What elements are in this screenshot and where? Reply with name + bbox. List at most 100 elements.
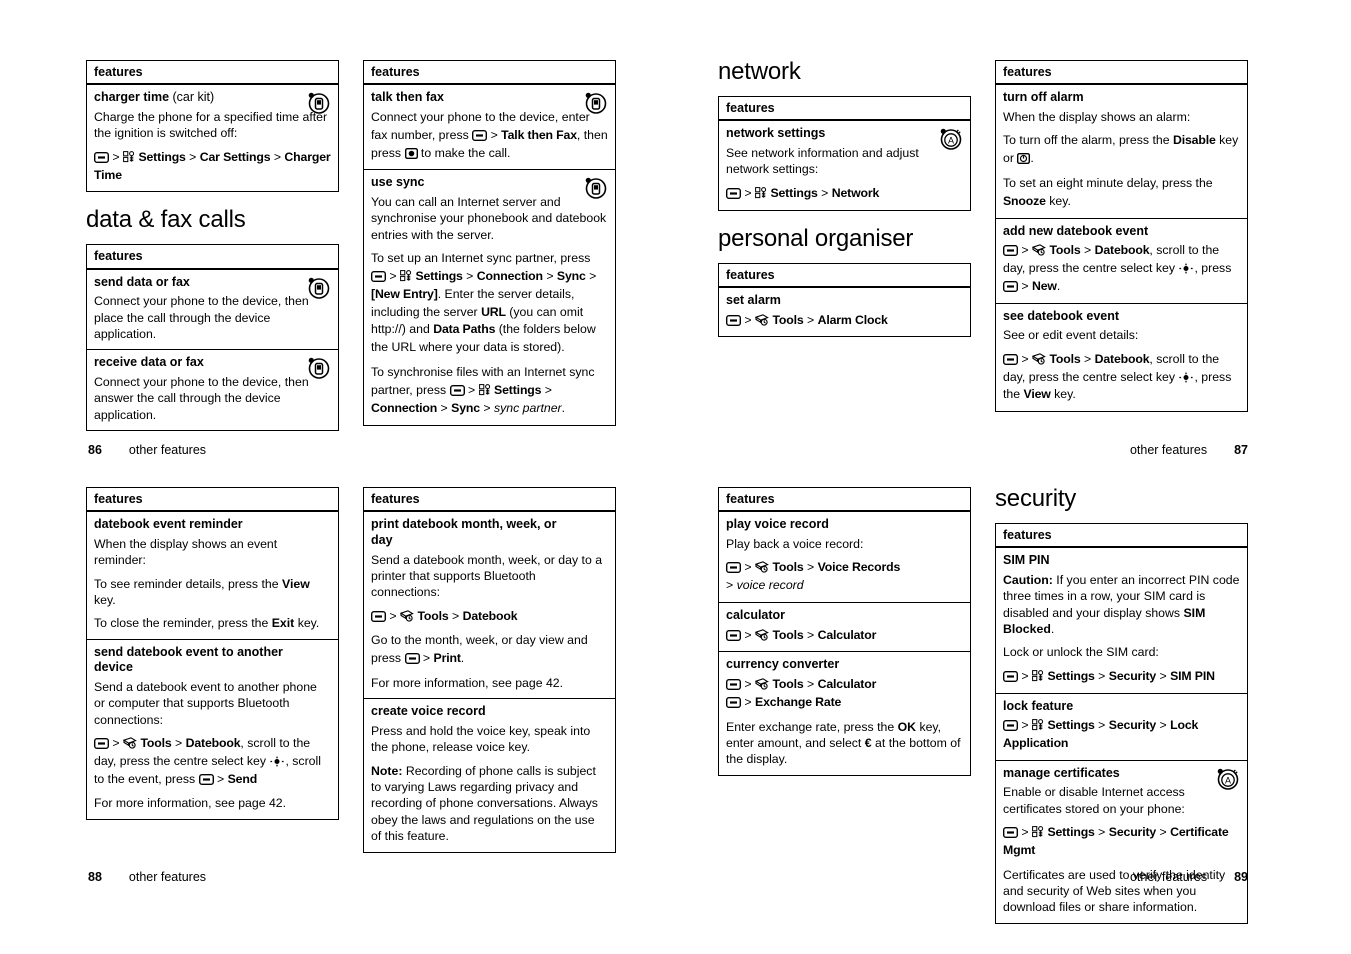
menu-key-icon [726,314,741,326]
device-circle-icon [306,275,331,300]
feature-body-text: Play back a voice record: [726,537,864,551]
feature-body-note: Note: Recording of phone calls is subjec… [371,763,598,844]
table-header: features [87,488,338,513]
feature-row-currency-converter: currency converter > Tools > Calculator … [719,652,970,774]
feature-row-send-datebook-event: send datebook event to another device Se… [87,640,338,819]
page-87-column-1: network features A network settings See … [718,60,971,412]
svg-text:A: A [1225,775,1231,785]
centre-select-key-icon [269,756,285,767]
feature-body-text: Connect your phone to the device, then a… [94,375,309,422]
feature-title: use sync [371,175,425,190]
tools-icon [755,678,769,690]
device-circle-icon [306,355,331,380]
menu-key-icon [198,773,214,785]
feature-title: lock feature [1003,698,1074,713]
menu-key-icon [1003,670,1018,682]
menu-key-icon [1003,280,1018,292]
feature-table-print-voice: features print datebook month, week, or … [363,487,616,853]
feature-title: manage certificates [1003,765,1120,780]
table-header: features [719,264,970,288]
feature-table-datebook-reminder: features datebook event reminder When th… [86,487,339,820]
settings-gear-icon [1032,719,1044,731]
feature-body-text: When the display shows an event reminder… [94,537,278,568]
tools-icon [123,737,137,749]
feature-row-set-alarm: set alarm > Tools > Alarm Clock [719,288,970,336]
menu-key-icon [404,653,420,665]
feature-nav-path: > Tools > Datebook, scroll to the day, p… [94,736,321,786]
page-footer-88: 88 other features [88,871,206,884]
menu-key-icon [94,738,109,749]
page-88-column-2: features print datebook month, week, or … [363,487,616,853]
settings-gear-icon [1032,826,1044,838]
feature-row-turn-off-alarm: turn off alarm When the display shows an… [996,85,1247,219]
feature-body-text: Press and hold the voice key, speak into… [371,724,591,755]
feature-body-print: Go to the month, week, or day view and p… [371,633,588,666]
table-header: features [996,524,1247,549]
menu-key-icon [472,129,488,141]
tools-icon [1032,244,1046,256]
feature-title: datebook event reminder [94,517,243,532]
settings-gear-icon [478,384,491,396]
menu-key-icon [1003,827,1018,839]
feature-body-text: Enable or disable Internet access certif… [1003,785,1185,816]
feature-row-use-sync: use sync You can call an Internet server… [364,170,615,424]
feature-title: charger time (car kit) [94,90,215,105]
feature-body-more-info: For more information, see page 42. [371,676,564,691]
tools-icon [755,561,769,573]
page-footer-label: other features [128,443,207,457]
menu-key-icon [726,187,741,199]
tools-icon [400,609,414,622]
feature-nav-path: > Tools > Datebook, scroll to the day, p… [1003,243,1232,293]
settings-gear-icon [400,270,412,282]
page-footer-label: other features [1129,870,1208,884]
page-89-column-2: security features SIM PIN Caution: If yo… [995,487,1248,924]
feature-nav-path: > Tools > Datebook, scroll to the day, p… [1003,351,1232,402]
page-number: 89 [1234,870,1248,884]
page-number: 88 [88,870,102,884]
feature-row-sim-pin: SIM PIN Caution: If you enter an incorre… [996,548,1247,694]
feature-table-security: features SIM PIN Caution: If you enter a… [995,523,1248,924]
settings-gear-icon [123,150,135,163]
feature-row-lock-feature: lock feature > Settings > Security > Loc… [996,694,1247,761]
feature-nav-path: > Tools > Alarm Clock [726,312,963,330]
page-88-column-1: features datebook event reminder When th… [86,487,339,853]
page-88: features datebook event reminder When th… [86,487,616,853]
feature-title: talk then fax [371,90,444,105]
menu-key-icon [1003,245,1018,257]
feature-nav-path-sync-setup: To set up an Internet sync partner, pres… [371,251,597,355]
menu-key-icon [371,610,386,622]
feature-title: send datebook event to another device [94,644,283,675]
settings-gear-icon [755,186,767,199]
device-circle-icon [583,175,608,200]
page-86: features charger time (car kit) Charge t… [86,60,616,432]
menu-key-icon [726,696,741,708]
feature-nav-path: > Settings > Network [726,185,963,203]
svg-text:A: A [948,136,954,146]
page-86-column-2: features talk then fax Connect your phon… [363,60,616,431]
feature-title: see datebook event [1003,308,1120,323]
feature-title: SIM PIN [1003,553,1050,568]
feature-body-text: See network information and adjust netwo… [726,146,919,177]
feature-row-talk-then-fax: talk then fax Connect your phone to the … [364,85,615,171]
feature-table-talk-then-fax: features talk then fax Connect your phon… [363,60,616,426]
centre-select-key-icon [1178,263,1194,274]
page-86-column-1: features charger time (car kit) Charge t… [86,60,339,432]
send-key-icon [404,147,418,159]
feature-body-text: Charge the phone for a specified time af… [94,110,328,141]
section-title-security: security [995,485,1077,512]
page-footer-87: other features 87 [1130,444,1248,457]
feature-title: network settings [726,126,826,141]
feature-nav-path-sync-files: To synchronise files with an Internet sy… [371,365,595,415]
feature-title: calculator [726,608,786,622]
feature-table-personal-organiser: features set alarm > Tools > Alarm Clock [718,262,971,338]
feature-table-charger-time: features charger time (car kit) Charge t… [86,60,339,193]
page-89: features play voice record Play back a v… [718,487,1248,924]
feature-body-text: Send a datebook month, week, or day to a… [371,552,603,600]
settings-gear-icon [1032,669,1044,682]
antenna-a-circle-icon: A [938,126,963,151]
centre-select-key-icon [1178,372,1194,383]
feature-nav-path: > Tools > Voice Records > voice record [726,560,901,593]
table-header: features [87,61,338,86]
feature-body-disable: To turn off the alarm, press the Disable… [1003,133,1239,166]
page-87: network features A network settings See … [718,60,1248,413]
